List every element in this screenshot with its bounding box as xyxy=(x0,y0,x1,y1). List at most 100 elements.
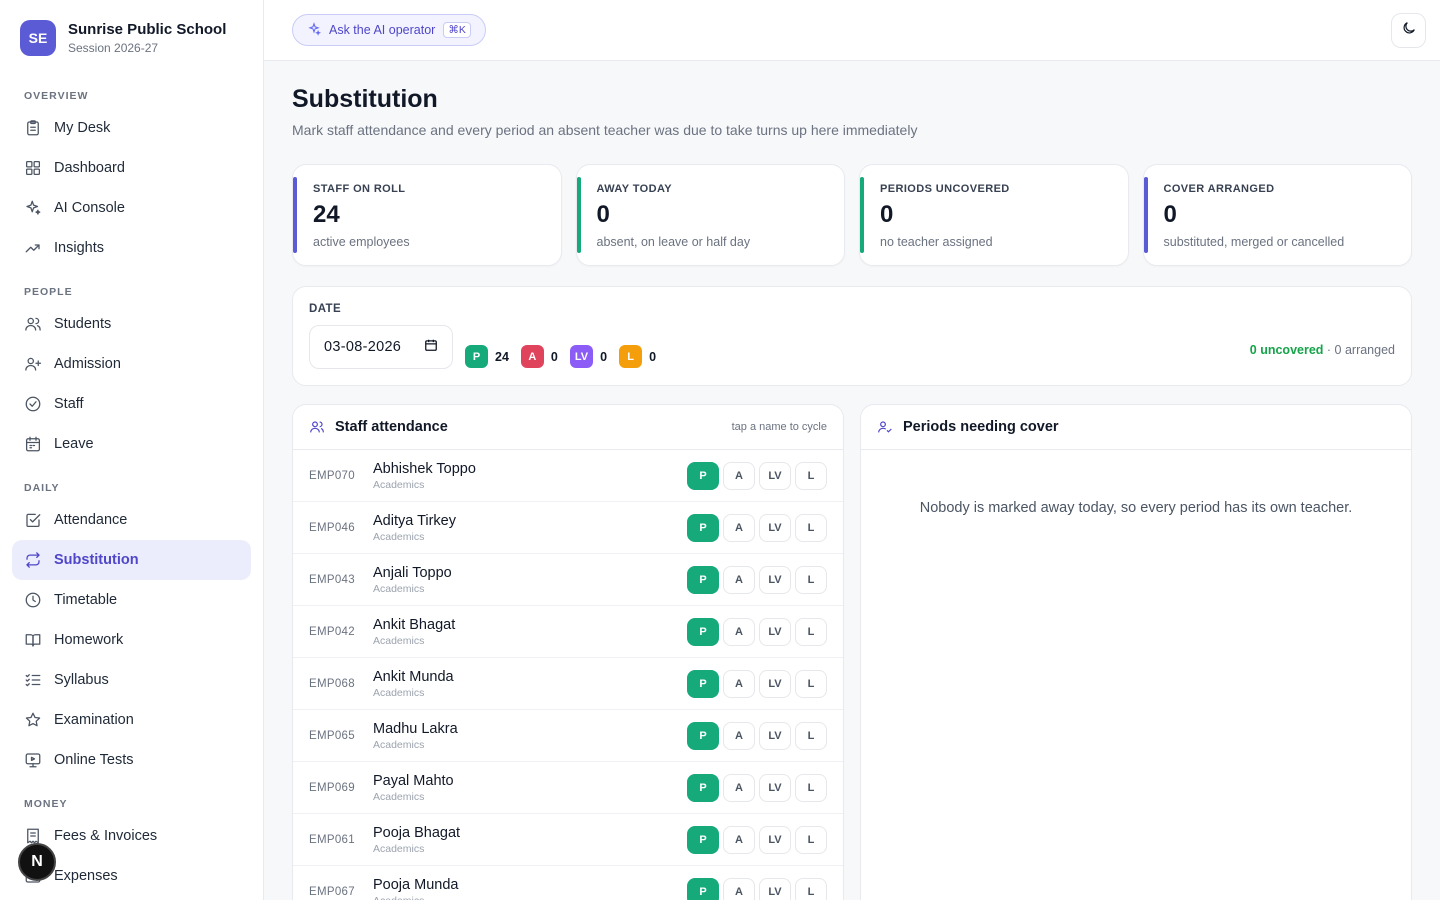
employee-department: Academics xyxy=(373,634,425,647)
status-button-l[interactable]: L xyxy=(795,669,827,698)
employee-name[interactable]: Abhishek Toppo xyxy=(373,461,687,477)
calendar-icon[interactable] xyxy=(424,338,438,356)
sidebar-item-homework[interactable]: Homework xyxy=(12,620,251,660)
sidebar-item-ai-console[interactable]: AI Console xyxy=(12,188,251,228)
table-row[interactable]: EMP070 Abhishek Toppo Academics P A LV L xyxy=(293,450,843,502)
status-button-lv[interactable]: LV xyxy=(759,461,791,490)
employee-info[interactable]: Abhishek Toppo Academics xyxy=(373,461,687,491)
table-row[interactable]: EMP042 Ankit Bhagat Academics P A LV L xyxy=(293,606,843,658)
date-input[interactable]: 03-08-2026 xyxy=(309,325,453,369)
status-button-a[interactable]: A xyxy=(723,877,755,900)
sidebar-item-dashboard[interactable]: Dashboard xyxy=(12,148,251,188)
status-button-p[interactable]: P xyxy=(687,461,719,490)
status-button-lv[interactable]: LV xyxy=(759,669,791,698)
status-button-l[interactable]: L xyxy=(795,825,827,854)
status-button-p[interactable]: P xyxy=(687,565,719,594)
status-button-lv[interactable]: LV xyxy=(759,617,791,646)
employee-info[interactable]: Madhu Lakra Academics xyxy=(373,721,687,751)
stat-card-periods-uncovered: PERIODS UNCOVERED 0 no teacher assigned xyxy=(859,164,1129,266)
brand[interactable]: SE Sunrise Public School Session 2026-27 xyxy=(0,0,263,76)
status-count-l: L0 xyxy=(619,345,656,368)
table-row[interactable]: EMP069 Payal Mahto Academics P A LV L xyxy=(293,762,843,814)
table-row[interactable]: EMP067 Pooja Munda AcademicsPALVL xyxy=(293,866,843,900)
status-button-l[interactable]: L xyxy=(795,721,827,750)
status-button-p[interactable]: P xyxy=(687,513,719,542)
status-button-a[interactable]: A xyxy=(723,773,755,802)
sidebar-item-my-desk[interactable]: My Desk xyxy=(12,108,251,148)
employee-name[interactable]: Ankit Munda xyxy=(373,669,687,685)
table-row[interactable]: EMP046 Aditya Tirkey Academics P A LV L xyxy=(293,502,843,554)
status-button-l[interactable]: L xyxy=(795,461,827,490)
theme-toggle-button[interactable] xyxy=(1391,13,1426,48)
employee-info[interactable]: Anjali Toppo Academics xyxy=(373,565,687,595)
sidebar-item-admission[interactable]: Admission xyxy=(12,344,251,384)
employee-department: Academics xyxy=(373,790,425,803)
employee-info[interactable]: Payal Mahto Academics xyxy=(373,773,687,803)
stat-card-away-today: AWAY TODAY 0 absent, on leave or half day xyxy=(575,164,845,266)
sidebar-item-students[interactable]: Students xyxy=(12,304,251,344)
ask-ai-button[interactable]: Ask the AI operator ⌘K xyxy=(292,14,486,46)
date-value: 03-08-2026 xyxy=(324,339,402,355)
status-button-p[interactable]: P xyxy=(687,669,719,698)
status-button-lv[interactable]: LV xyxy=(759,773,791,802)
table-row[interactable]: EMP068 Ankit Munda Academics P A LV L xyxy=(293,658,843,710)
status-button-a[interactable]: A xyxy=(723,565,755,594)
status-button-a[interactable]: A xyxy=(723,513,755,542)
employee-name[interactable]: Pooja Munda xyxy=(373,877,687,893)
sidebar-item-staff[interactable]: Staff xyxy=(12,384,251,424)
status-button-lv[interactable]: LV xyxy=(759,721,791,750)
status-button-p[interactable]: P xyxy=(687,877,719,900)
employee-info[interactable]: Pooja Munda Academics xyxy=(373,877,687,900)
stat-caption: no teacher assigned xyxy=(880,235,993,249)
status-button-p[interactable]: P xyxy=(687,721,719,750)
status-button-p[interactable]: P xyxy=(687,617,719,646)
employee-name[interactable]: Payal Mahto xyxy=(373,773,687,789)
employee-name[interactable]: Pooja Bhagat xyxy=(373,825,687,841)
session-label: Session 2026-27 xyxy=(68,41,159,55)
status-button-a[interactable]: A xyxy=(723,669,755,698)
employee-info[interactable]: Pooja Bhagat Academics xyxy=(373,825,687,855)
status-toggle-group: P A LV L xyxy=(687,513,827,542)
employee-info[interactable]: Aditya Tirkey Academics xyxy=(373,513,687,543)
status-button-lv[interactable]: LV xyxy=(759,513,791,542)
sidebar-item-substitution[interactable]: Substitution xyxy=(12,540,251,580)
table-row[interactable]: EMP061 Pooja Bhagat Academics P A LV L xyxy=(293,814,843,866)
status-button-a[interactable]: A xyxy=(723,721,755,750)
users-icon xyxy=(24,315,42,333)
page-title: Substitution xyxy=(292,85,438,113)
status-button-l[interactable]: L xyxy=(795,617,827,646)
sidebar-item-timetable[interactable]: Timetable xyxy=(12,580,251,620)
status-button-l[interactable]: L xyxy=(795,877,827,900)
sidebar-item-attendance[interactable]: Attendance xyxy=(12,500,251,540)
employee-name[interactable]: Anjali Toppo xyxy=(373,565,687,581)
table-row[interactable]: EMP043 Anjali Toppo Academics P A LV L xyxy=(293,554,843,606)
date-filter-card: DATE 03-08-2026 P 24 A 0 LV 0 L 0 0 uncovered ·… xyxy=(292,286,1412,386)
nav-heading: PEOPLE xyxy=(24,286,73,298)
status-button-a[interactable]: A xyxy=(723,461,755,490)
sidebar-item-insights[interactable]: Insights xyxy=(12,228,251,268)
status-button-a[interactable]: A xyxy=(723,825,755,854)
employee-name[interactable]: Aditya Tirkey xyxy=(373,513,687,529)
status-button-p[interactable]: P xyxy=(687,825,719,854)
employee-name[interactable]: Ankit Bhagat xyxy=(373,617,687,633)
status-button-l[interactable]: L xyxy=(795,773,827,802)
status-button-lv[interactable]: LV xyxy=(759,877,791,900)
status-button-l[interactable]: L xyxy=(795,513,827,542)
stat-accent-bar xyxy=(1143,177,1148,253)
sidebar-item-syllabus[interactable]: Syllabus xyxy=(12,660,251,700)
status-button-lv[interactable]: LV xyxy=(759,825,791,854)
status-count-a: A0 xyxy=(520,345,558,368)
sidebar-item-online-tests[interactable]: Online Tests xyxy=(12,740,251,780)
table-row[interactable]: EMP065 Madhu Lakra Academics P A LV L xyxy=(293,710,843,762)
status-button-lv[interactable]: LV xyxy=(759,565,791,594)
employee-info[interactable]: Ankit Bhagat Academics xyxy=(373,617,687,647)
status-button-l[interactable]: L xyxy=(795,565,827,594)
stat-accent-bar xyxy=(293,177,297,253)
employee-info[interactable]: Ankit Munda Academics xyxy=(373,669,687,699)
sidebar-item-leave[interactable]: Leave xyxy=(12,424,251,464)
employee-name[interactable]: Madhu Lakra xyxy=(373,721,687,737)
status-button-p[interactable]: P xyxy=(687,773,719,802)
floating-n-button[interactable]: N xyxy=(18,843,56,881)
status-button-a[interactable]: A xyxy=(723,617,755,646)
sidebar-item-examination[interactable]: Examination xyxy=(12,700,251,740)
